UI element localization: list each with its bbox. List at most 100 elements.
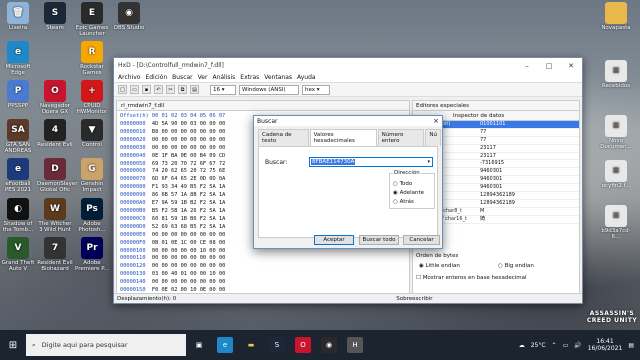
direction-forward-radio[interactable]: ◉ Adelante (393, 190, 424, 196)
menu-ayuda[interactable]: Ayuda (297, 74, 316, 81)
hex-base-checkbox[interactable]: ☐ Mostrar enteros en base hexadecimal (416, 275, 527, 281)
hex-bytes[interactable]: B8 00 00 00 00 00 00 00 (152, 129, 225, 135)
desktop-file-icon[interactable]: ≡ Recebidos (598, 60, 634, 89)
hex-row[interactable]: 00000140 00 00 00 00 00 00 00 00 (117, 279, 409, 287)
menu-ventanas[interactable]: Ventanas (264, 74, 292, 81)
dialog-tab-2[interactable]: Número entero (377, 129, 425, 146)
file-explorer-icon[interactable]: ▬ (243, 337, 259, 353)
paste-icon[interactable]: ▤ (190, 85, 199, 94)
cut-icon[interactable]: ✂ (166, 85, 175, 94)
dialog-tab-3[interactable]: Nú (425, 129, 441, 146)
hex-bytes[interactable]: 00 00 00 00 00 00 00 00 (152, 232, 225, 238)
hex-bytes[interactable]: 00 00 00 00 00 00 00 00 (152, 145, 225, 151)
hex-bytes[interactable]: F1 93 34 49 B5 F2 5A 1A (152, 184, 225, 190)
desktop-icon-re7[interactable]: 7 Resident Evil Biohazard (37, 237, 73, 272)
hex-bytes[interactable]: 52 69 63 68 B5 F2 5A 1A (152, 224, 225, 230)
menu-extras[interactable]: Extras (240, 74, 259, 81)
hex-bytes[interactable]: 03 00 40 01 00 00 10 00 (152, 271, 225, 277)
new-file-icon[interactable]: □ (118, 85, 127, 94)
desktop-icon-genshin[interactable]: G Genshin Impact (74, 158, 110, 193)
hex-bytes[interactable]: 6D 6F 64 65 2E 0D 0D 0A (152, 176, 225, 182)
menu-buscar[interactable]: Buscar (172, 74, 193, 81)
hex-row[interactable]: 00000110 00 00 00 00 00 00 00 00 (117, 255, 409, 263)
open-file-icon[interactable]: ▭ (130, 85, 139, 94)
accept-button[interactable]: Aceptar (314, 235, 354, 245)
cancel-button[interactable]: Cancelar (403, 235, 440, 245)
weather-icon[interactable]: ☁ (519, 342, 525, 349)
steam-taskbar-icon[interactable]: S (269, 337, 285, 353)
direction-back-radio[interactable]: ○ Atrás (393, 199, 414, 205)
copy-icon[interactable]: ⧉ (178, 85, 187, 94)
desktop-file-icon[interactable]: ≡ ocyfin2.f... (598, 160, 634, 189)
minimize-icon[interactable]: – (516, 62, 538, 70)
taskbar-search[interactable]: ⌕ Digite aqui para pesquisar (26, 334, 186, 356)
hex-bytes[interactable]: 4D 5A 90 00 03 00 00 00 (152, 121, 225, 127)
hex-bytes[interactable]: 0B 01 0E 1C 00 CE 08 00 (152, 240, 225, 246)
save-icon[interactable]: ▪ (142, 85, 151, 94)
notifications-icon[interactable]: ▤ (628, 342, 634, 349)
undo-icon[interactable]: ↶ (154, 85, 163, 94)
desktop-icon-edge[interactable]: e Microsoft Edge (0, 41, 36, 76)
desktop-icon-gtav[interactable]: V Grand Theft Auto V (0, 237, 36, 272)
desktop-file-icon[interactable]: ≡ Novo Documen... (598, 115, 634, 150)
hex-row[interactable]: 00000130 03 00 40 01 00 00 10 00 (117, 271, 409, 279)
maximize-icon[interactable]: □ (538, 62, 560, 70)
task-view-icon[interactable]: ▣ (191, 337, 207, 353)
menu-análisis[interactable]: Análisis (212, 74, 235, 81)
desktop-file-icon[interactable]: ≡ b9d3a7cd-6... (598, 205, 634, 240)
edge-taskbar-icon[interactable]: e (217, 337, 233, 353)
opera-taskbar-icon[interactable]: O (295, 337, 311, 353)
hex-bytes[interactable]: 00 00 00 00 00 00 00 00 (152, 279, 225, 285)
desktop-icon-ppsspp[interactable]: P PPSSPP (0, 80, 36, 109)
obs-taskbar-icon[interactable]: ◉ (321, 337, 337, 353)
menu-archivo[interactable]: Archivo (118, 74, 140, 81)
encoding-select[interactable]: Windows (ANSI) (239, 84, 299, 95)
desktop-icon-recycle-bin[interactable]: 🗑 Lixeira (0, 2, 36, 31)
hxd-taskbar-icon[interactable]: H (347, 337, 363, 353)
menu-ver[interactable]: Ver (198, 74, 208, 81)
tray-chevron-icon[interactable]: ⌃ (552, 342, 557, 349)
desktop-icon-control[interactable]: ▼ Control (74, 119, 110, 148)
dialog-tab-1[interactable]: Valores hexadecimales (309, 129, 377, 146)
hex-bytes[interactable]: 0E 1F BA 0E 00 B4 09 CD (152, 153, 225, 159)
network-icon[interactable]: ▭ (563, 342, 569, 349)
hex-bytes[interactable]: 00 00 00 00 00 00 00 00 (152, 263, 225, 269)
desktop-icon-gta-sa[interactable]: SA GTA SAN ANDREAS (0, 119, 36, 154)
desktop-icon-hwmonitor[interactable]: + CPUID HWMonitor (74, 80, 110, 115)
desktop-icon-photoshop[interactable]: Ps Adobe Photosh... (74, 198, 110, 233)
volume-icon[interactable]: 🔊 (574, 342, 581, 349)
hex-row[interactable]: 00000120 00 00 00 00 00 00 00 00 (117, 263, 409, 271)
desktop-file-icon[interactable]: Novapasta (598, 2, 634, 31)
hex-bytes[interactable]: B5 F2 5B 1A 26 F2 5A 1A (152, 208, 225, 214)
desktop-icon-premiere[interactable]: Pr Adobe Premiere P... (74, 237, 110, 272)
little-endian-radio[interactable]: ◉ Little endian (419, 263, 460, 269)
hex-bytes[interactable]: 86 6B 57 1A 8B F2 5A 1A (152, 192, 225, 198)
close-icon[interactable]: ✕ (560, 62, 582, 70)
base-select[interactable]: hex ▾ (302, 84, 330, 95)
desktop-icon-epic[interactable]: E Epic Games Launcher (74, 2, 110, 37)
hex-bytes[interactable]: 00 00 00 00 00 10 00 00 (152, 248, 225, 254)
hex-bytes[interactable]: 69 73 20 70 72 6F 67 72 (152, 161, 225, 167)
dialog-close-icon[interactable]: × (433, 118, 439, 125)
start-icon[interactable]: ⊞ (5, 337, 21, 353)
clock[interactable]: 16:41 16/06/2021 (588, 338, 623, 352)
columns-select[interactable]: 16 ▾ (210, 84, 236, 95)
dialog-tab-0[interactable]: Cadena de texto (258, 129, 309, 146)
file-tab[interactable]: rl_rmdwin7_f.dll (117, 101, 409, 111)
search-all-button[interactable]: Buscar todo (359, 235, 399, 245)
desktop-icon-rockstar[interactable]: R Rockstar Games (74, 41, 110, 76)
hex-bytes[interactable]: E7 9A 59 1B B2 F2 5A 1A (152, 200, 225, 206)
desktop-icon-obs[interactable]: ◉ OBS Studio (111, 2, 147, 31)
hex-bytes[interactable]: 00 00 00 00 00 00 00 00 (152, 255, 225, 261)
desktop-icon-pes[interactable]: e eFootball PES 2021 (0, 158, 36, 193)
desktop-icon-witcher[interactable]: W The Witcher 3 Wild Hunt (37, 198, 73, 233)
desktop-icon-opera[interactable]: O Navegador Opera GX (37, 80, 73, 115)
hex-bytes[interactable]: 60 81 59 1B B6 F2 5A 1A (152, 216, 225, 222)
search-input[interactable]: 8FBAE114730A ▾ (309, 157, 433, 167)
menu-edición[interactable]: Edición (145, 74, 167, 81)
direction-all-radio[interactable]: ○ Todo (393, 181, 412, 187)
hex-bytes[interactable]: 00 00 00 00 00 00 00 00 (152, 137, 225, 143)
desktop-icon-steam[interactable]: S Steam (37, 2, 73, 31)
desktop-icon-daemon[interactable]: D DaemonSlayer Global Ofic (37, 158, 78, 193)
big-endian-radio[interactable]: ○ Big endian (498, 263, 534, 269)
